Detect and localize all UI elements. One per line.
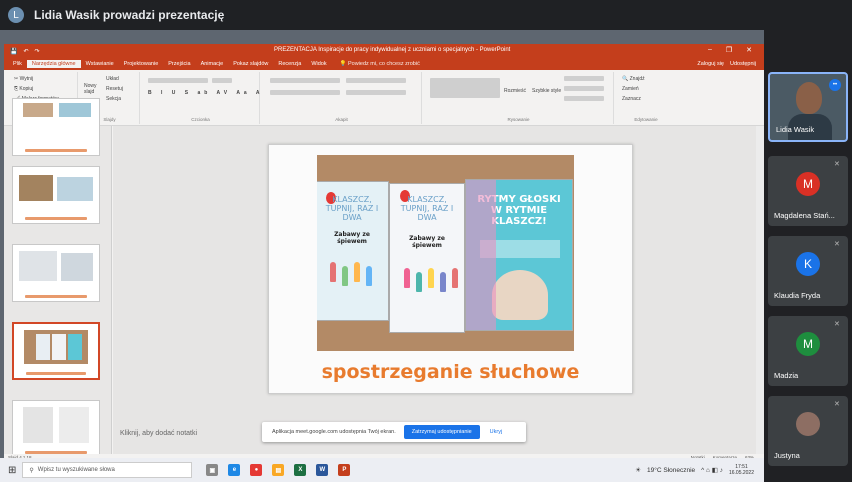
notes-placeholder[interactable]: Kliknij, aby dodać notatki xyxy=(120,430,197,437)
slide-thumbnail[interactable] xyxy=(12,400,100,458)
mic-off-icon: ✕ xyxy=(834,401,840,408)
avatar: M xyxy=(796,332,820,356)
mic-off-icon: ✕ xyxy=(834,161,840,168)
reset-button[interactable]: Resetuj xyxy=(106,86,123,92)
slide-caption: spostrzeganie słuchowe xyxy=(321,361,580,383)
slide-thumbnails-pane[interactable] xyxy=(4,98,112,466)
undo-icon[interactable]: ↶ xyxy=(23,48,28,55)
participant-name: Madzia xyxy=(774,371,799,380)
excel-icon[interactable]: X xyxy=(294,464,307,476)
tab-home[interactable]: Narzędzia główne xyxy=(26,60,81,68)
paragraph-group: Akapit xyxy=(262,72,422,124)
slide-thumbnail-current[interactable] xyxy=(12,322,100,380)
participant-tile[interactable]: •• Lidia Wasik xyxy=(768,72,848,142)
sign-in-link[interactable]: Zaloguj się xyxy=(697,61,724,67)
layout-button[interactable]: Układ xyxy=(106,76,119,82)
participants-panel: •• Lidia Wasik ✕ M Magdalena Stań... ✕ K… xyxy=(764,30,852,482)
save-icon[interactable]: 💾 xyxy=(10,48,17,55)
copy-button[interactable]: ⎘ Kopiuj xyxy=(14,86,33,92)
search-icon: ⚲ xyxy=(29,467,34,474)
windows-start-icon[interactable]: ⊞ xyxy=(8,465,16,476)
system-tray: ☀ 19°C Słonecznie ^ ⌂ ◧ ♪ 17:51 16.05.20… xyxy=(635,464,754,476)
tab-review[interactable]: Recenzja xyxy=(273,60,306,68)
powerpoint-icon[interactable]: P xyxy=(338,464,351,476)
presenter-avatar: L xyxy=(8,7,24,23)
powerpoint-window: 💾 ↶ ↷ PREZENTACJA Inspiracje do pracy in… xyxy=(4,44,764,474)
tab-view[interactable]: Widok xyxy=(306,60,331,68)
presenting-title: Lidia Wasik prowadzi prezentację xyxy=(34,8,225,22)
participant-name: Justyna xyxy=(774,451,800,460)
weather-icon[interactable]: ☀ xyxy=(635,466,641,474)
select-button[interactable]: Zaznacz xyxy=(622,96,641,102)
ribbon-tabs: Plik Narzędzia główne Wstawianie Projekt… xyxy=(4,58,764,70)
arrange-button[interactable]: Rozmieść xyxy=(504,88,526,94)
participant-name: Magdalena Stań... xyxy=(774,211,835,220)
file-explorer-icon[interactable]: ▤ xyxy=(272,464,285,476)
tray-icons[interactable]: ^ ⌂ ◧ ♪ xyxy=(701,466,723,474)
section-button[interactable]: Sekcja xyxy=(106,96,121,102)
slide-photo-books: KLASZCZ, TUPNIJ, RAZ I DWA Zabawy ze śpi… xyxy=(317,155,574,351)
ppt-titlebar: 💾 ↶ ↷ PREZENTACJA Inspiracje do pracy in… xyxy=(4,44,764,58)
taskbar-search-input[interactable]: ⚲ Wpisz tu wyszukiwane słowa xyxy=(22,462,193,478)
avatar xyxy=(796,412,820,436)
book-cover: RYTMY GŁOSKI W RYTMIE KLASZCZ! xyxy=(465,179,573,331)
current-slide[interactable]: KLASZCZ, TUPNIJ, RAZ I DWA Zabawy ze śpi… xyxy=(268,144,633,394)
mic-off-icon: ✕ xyxy=(834,321,840,328)
screen-share-notice: Aplikacja meet.google.com udostępnia Twó… xyxy=(262,422,526,442)
close-icon[interactable]: ✕ xyxy=(746,46,752,54)
slide-thumbnail[interactable] xyxy=(12,98,100,156)
editor-scrollbar[interactable] xyxy=(756,126,764,466)
mic-off-icon: ✕ xyxy=(834,241,840,248)
participant-tile[interactable]: ✕ K Klaudia Fryda xyxy=(768,236,848,306)
avatar: K xyxy=(796,252,820,276)
find-button[interactable]: 🔍 Znajdź xyxy=(622,76,645,82)
editing-group: 🔍 Znajdź Zamień Zaznacz Edytowanie xyxy=(622,76,658,122)
book-cover: KLASZCZ, TUPNIJ, RAZ I DWA Zabawy ze śpi… xyxy=(317,181,389,321)
font-format-buttons[interactable]: B I U S ab AV Aa A xyxy=(148,90,264,96)
document-title: PREZENTACJA Inspiracje do pracy indywidu… xyxy=(274,47,511,53)
stop-sharing-button[interactable]: Zatrzymaj udostępnianie xyxy=(403,425,480,439)
replace-button[interactable]: Zamień xyxy=(622,86,639,92)
participant-name: Klaudia Fryda xyxy=(774,291,821,300)
slide-thumbnail[interactable] xyxy=(12,166,100,224)
drawing-group: Rozmieść Szybkie style Rysowanie xyxy=(424,72,614,124)
chrome-icon[interactable]: ● xyxy=(250,464,263,476)
tell-me-input[interactable]: 💡 Powiedz mi, co chcesz zrobić xyxy=(340,61,420,67)
tab-design[interactable]: Projektowanie xyxy=(119,60,164,68)
tab-animations[interactable]: Animacje xyxy=(196,60,229,68)
clock[interactable]: 17:51 16.05.2022 xyxy=(729,464,754,476)
meet-header: L Lidia Wasik prowadzi prezentację xyxy=(0,0,852,30)
windows-taskbar: ⊞ ⚲ Wpisz tu wyszukiwane słowa ▣ e ● ▤ X… xyxy=(0,458,764,482)
font-group: B I U S ab AV Aa A Czcionka xyxy=(142,72,260,124)
share-button[interactable]: Udostępnij xyxy=(730,61,756,67)
tab-transitions[interactable]: Przejścia xyxy=(163,60,195,68)
weather-text[interactable]: 19°C Słonecznie xyxy=(647,467,695,474)
ribbon: ✂ Wytnij ⎘ Kopiuj 🖌 Malarz formatów Scho… xyxy=(4,70,764,126)
slide-editor[interactable]: KLASZCZ, TUPNIJ, RAZ I DWA Zabawy ze śpi… xyxy=(113,126,764,466)
redo-icon[interactable]: ↷ xyxy=(35,48,40,55)
new-slide-button[interactable]: Nowy slajd xyxy=(84,83,100,95)
tab-slideshow[interactable]: Pokaz slajdów xyxy=(228,60,273,68)
participant-tile[interactable]: ✕ M Magdalena Stań... xyxy=(768,156,848,226)
edge-icon[interactable]: e xyxy=(228,464,241,476)
hide-button[interactable]: Ukryj xyxy=(490,429,503,435)
book-cover: KLASZCZ, TUPNIJ, RAZ I DWA Zabawy ze śpi… xyxy=(389,183,465,333)
participant-tile[interactable]: ✕ Justyna xyxy=(768,396,848,466)
avatar: M xyxy=(796,172,820,196)
slide-thumbnail[interactable] xyxy=(12,244,100,302)
tab-insert[interactable]: Wstawianie xyxy=(81,60,119,68)
cut-button[interactable]: ✂ Wytnij xyxy=(14,76,33,82)
share-notice-text: Aplikacja meet.google.com udostępnia Twó… xyxy=(272,429,396,435)
speaking-indicator-icon: •• xyxy=(829,79,841,91)
minimize-icon[interactable]: – xyxy=(708,46,712,54)
participant-tile[interactable]: ✕ M Madzia xyxy=(768,316,848,386)
maximize-icon[interactable]: ❐ xyxy=(726,46,732,54)
tab-file[interactable]: Plik xyxy=(8,60,27,68)
participant-name: Lidia Wasik xyxy=(776,125,815,134)
word-icon[interactable]: W xyxy=(316,464,329,476)
quick-styles-button[interactable]: Szybkie style xyxy=(532,88,561,94)
task-view-icon[interactable]: ▣ xyxy=(206,464,219,476)
